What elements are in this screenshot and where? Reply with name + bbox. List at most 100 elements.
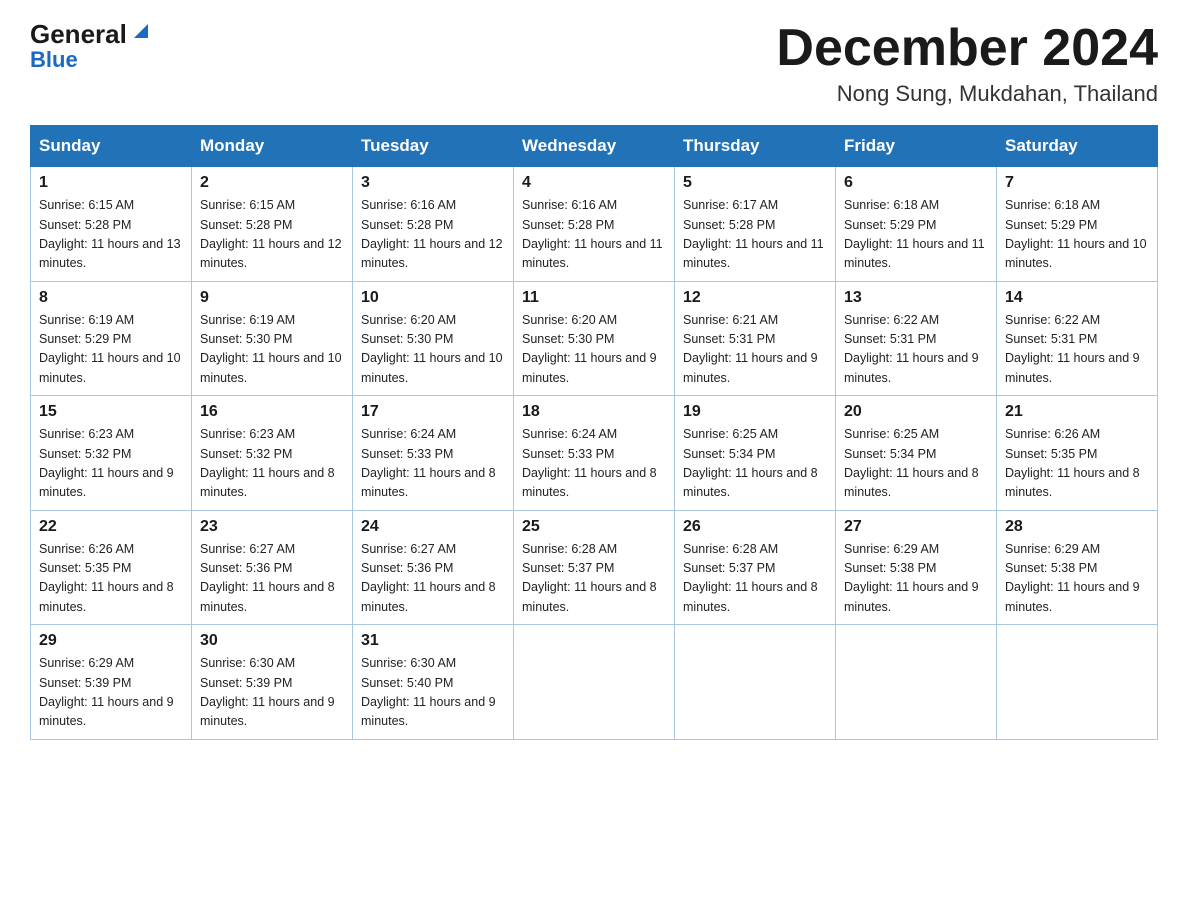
calendar-week-row: 8 Sunrise: 6:19 AMSunset: 5:29 PMDaylight… [31,281,1158,396]
calendar-cell: 30Sunrise: 6:30 AMSunset: 5:39 PMDayligh… [192,625,353,740]
calendar-cell [514,625,675,740]
calendar-week-row: 22 Sunrise: 6:26 AMSunset: 5:35 PMDayligh… [31,510,1158,625]
calendar-cell: 21 Sunrise: 6:26 AMSunset: 5:35 PMDayligh… [997,396,1158,511]
calendar-cell: 28 Sunrise: 6:29 AMSunset: 5:38 PMDayligh… [997,510,1158,625]
location-title: Nong Sung, Mukdahan, Thailand [776,81,1158,107]
calendar-cell: 4Sunrise: 6:16 AMSunset: 5:28 PMDaylight… [514,167,675,282]
calendar-cell: 6 Sunrise: 6:18 AMSunset: 5:29 PMDaylight… [836,167,997,282]
calendar-cell: 31 Sunrise: 6:30 AMSunset: 5:40 PMDayligh… [353,625,514,740]
calendar-week-row: 29 Sunrise: 6:29 AMSunset: 5:39 PMDayligh… [31,625,1158,740]
calendar-cell: 8 Sunrise: 6:19 AMSunset: 5:29 PMDaylight… [31,281,192,396]
day-number: 5 [683,174,827,192]
calendar-cell: 13 Sunrise: 6:22 AMSunset: 5:31 PMDayligh… [836,281,997,396]
calendar-cell: 19 Sunrise: 6:25 AMSunset: 5:34 PMDayligh… [675,396,836,511]
day-number: 19 [683,403,827,421]
calendar-cell: 18Sunrise: 6:24 AMSunset: 5:33 PMDayligh… [514,396,675,511]
day-info: Sunrise: 6:18 AMSunset: 5:29 PMDaylight:… [844,196,988,274]
day-number: 1 [39,174,183,192]
day-info: Sunrise: 6:19 AMSunset: 5:29 PMDaylight:… [39,311,183,389]
day-number: 13 [844,289,988,307]
calendar-cell: 15Sunrise: 6:23 AMSunset: 5:32 PMDayligh… [31,396,192,511]
calendar-week-row: 1 Sunrise: 6:15 AMSunset: 5:28 PMDaylight… [31,167,1158,282]
calendar-cell: 2 Sunrise: 6:15 AMSunset: 5:28 PMDaylight… [192,167,353,282]
column-header-monday: Monday [192,126,353,167]
day-number: 2 [200,174,344,192]
day-number: 21 [1005,403,1149,421]
day-info: Sunrise: 6:30 AMSunset: 5:40 PMDaylight:… [361,654,505,732]
column-header-thursday: Thursday [675,126,836,167]
logo-blue: Blue [30,47,78,73]
calendar-cell: 9Sunrise: 6:19 AMSunset: 5:30 PMDaylight… [192,281,353,396]
calendar-cell: 20 Sunrise: 6:25 AMSunset: 5:34 PMDayligh… [836,396,997,511]
calendar-cell: 25 Sunrise: 6:28 AMSunset: 5:37 PMDayligh… [514,510,675,625]
day-info: Sunrise: 6:22 AMSunset: 5:31 PMDaylight:… [1005,311,1149,389]
calendar-cell: 24Sunrise: 6:27 AMSunset: 5:36 PMDayligh… [353,510,514,625]
day-info: Sunrise: 6:15 AMSunset: 5:28 PMDaylight:… [39,196,183,274]
month-title: December 2024 [776,20,1158,77]
day-info: Sunrise: 6:20 AMSunset: 5:30 PMDaylight:… [522,311,666,389]
day-info: Sunrise: 6:27 AMSunset: 5:36 PMDaylight:… [361,540,505,618]
day-number: 23 [200,518,344,536]
day-number: 30 [200,632,344,650]
day-number: 10 [361,289,505,307]
day-number: 31 [361,632,505,650]
day-info: Sunrise: 6:26 AMSunset: 5:35 PMDaylight:… [1005,425,1149,503]
logo: General Blue [30,20,152,73]
day-info: Sunrise: 6:25 AMSunset: 5:34 PMDaylight:… [683,425,827,503]
day-number: 4 [522,174,666,192]
calendar-title-area: December 2024 Nong Sung, Mukdahan, Thail… [776,20,1158,107]
column-header-tuesday: Tuesday [353,126,514,167]
day-number: 22 [39,518,183,536]
column-header-friday: Friday [836,126,997,167]
day-number: 26 [683,518,827,536]
day-number: 17 [361,403,505,421]
day-info: Sunrise: 6:24 AMSunset: 5:33 PMDaylight:… [361,425,505,503]
day-number: 7 [1005,174,1149,192]
day-number: 8 [39,289,183,307]
column-header-wednesday: Wednesday [514,126,675,167]
day-info: Sunrise: 6:24 AMSunset: 5:33 PMDaylight:… [522,425,666,503]
calendar-cell [675,625,836,740]
calendar-cell: 27 Sunrise: 6:29 AMSunset: 5:38 PMDayligh… [836,510,997,625]
calendar-cell: 1 Sunrise: 6:15 AMSunset: 5:28 PMDaylight… [31,167,192,282]
day-info: Sunrise: 6:20 AMSunset: 5:30 PMDaylight:… [361,311,505,389]
calendar-cell: 26 Sunrise: 6:28 AMSunset: 5:37 PMDayligh… [675,510,836,625]
day-info: Sunrise: 6:29 AMSunset: 5:38 PMDaylight:… [1005,540,1149,618]
day-info: Sunrise: 6:28 AMSunset: 5:37 PMDaylight:… [522,540,666,618]
column-header-sunday: Sunday [31,126,192,167]
calendar-cell: 14 Sunrise: 6:22 AMSunset: 5:31 PMDayligh… [997,281,1158,396]
day-info: Sunrise: 6:29 AMSunset: 5:39 PMDaylight:… [39,654,183,732]
day-info: Sunrise: 6:15 AMSunset: 5:28 PMDaylight:… [200,196,344,274]
day-number: 14 [1005,289,1149,307]
day-info: Sunrise: 6:23 AMSunset: 5:32 PMDaylight:… [39,425,183,503]
day-number: 12 [683,289,827,307]
day-number: 3 [361,174,505,192]
calendar-cell: 7Sunrise: 6:18 AMSunset: 5:29 PMDaylight… [997,167,1158,282]
calendar-cell: 29 Sunrise: 6:29 AMSunset: 5:39 PMDayligh… [31,625,192,740]
calendar-table: SundayMondayTuesdayWednesdayThursdayFrid… [30,125,1158,740]
calendar-cell: 11 Sunrise: 6:20 AMSunset: 5:30 PMDayligh… [514,281,675,396]
day-info: Sunrise: 6:16 AMSunset: 5:28 PMDaylight:… [361,196,505,274]
calendar-cell [997,625,1158,740]
calendar-cell: 5Sunrise: 6:17 AMSunset: 5:28 PMDaylight… [675,167,836,282]
day-info: Sunrise: 6:23 AMSunset: 5:32 PMDaylight:… [200,425,344,503]
calendar-cell: 16Sunrise: 6:23 AMSunset: 5:32 PMDayligh… [192,396,353,511]
day-number: 6 [844,174,988,192]
day-info: Sunrise: 6:29 AMSunset: 5:38 PMDaylight:… [844,540,988,618]
calendar-cell: 12 Sunrise: 6:21 AMSunset: 5:31 PMDayligh… [675,281,836,396]
day-info: Sunrise: 6:22 AMSunset: 5:31 PMDaylight:… [844,311,988,389]
day-number: 11 [522,289,666,307]
day-info: Sunrise: 6:26 AMSunset: 5:35 PMDaylight:… [39,540,183,618]
day-number: 29 [39,632,183,650]
logo-general: General [30,21,127,47]
calendar-cell: 3 Sunrise: 6:16 AMSunset: 5:28 PMDaylight… [353,167,514,282]
day-number: 27 [844,518,988,536]
day-info: Sunrise: 6:21 AMSunset: 5:31 PMDaylight:… [683,311,827,389]
day-number: 28 [1005,518,1149,536]
column-header-saturday: Saturday [997,126,1158,167]
day-number: 25 [522,518,666,536]
day-number: 20 [844,403,988,421]
day-info: Sunrise: 6:28 AMSunset: 5:37 PMDaylight:… [683,540,827,618]
logo-triangle-icon [130,20,152,42]
day-info: Sunrise: 6:25 AMSunset: 5:34 PMDaylight:… [844,425,988,503]
